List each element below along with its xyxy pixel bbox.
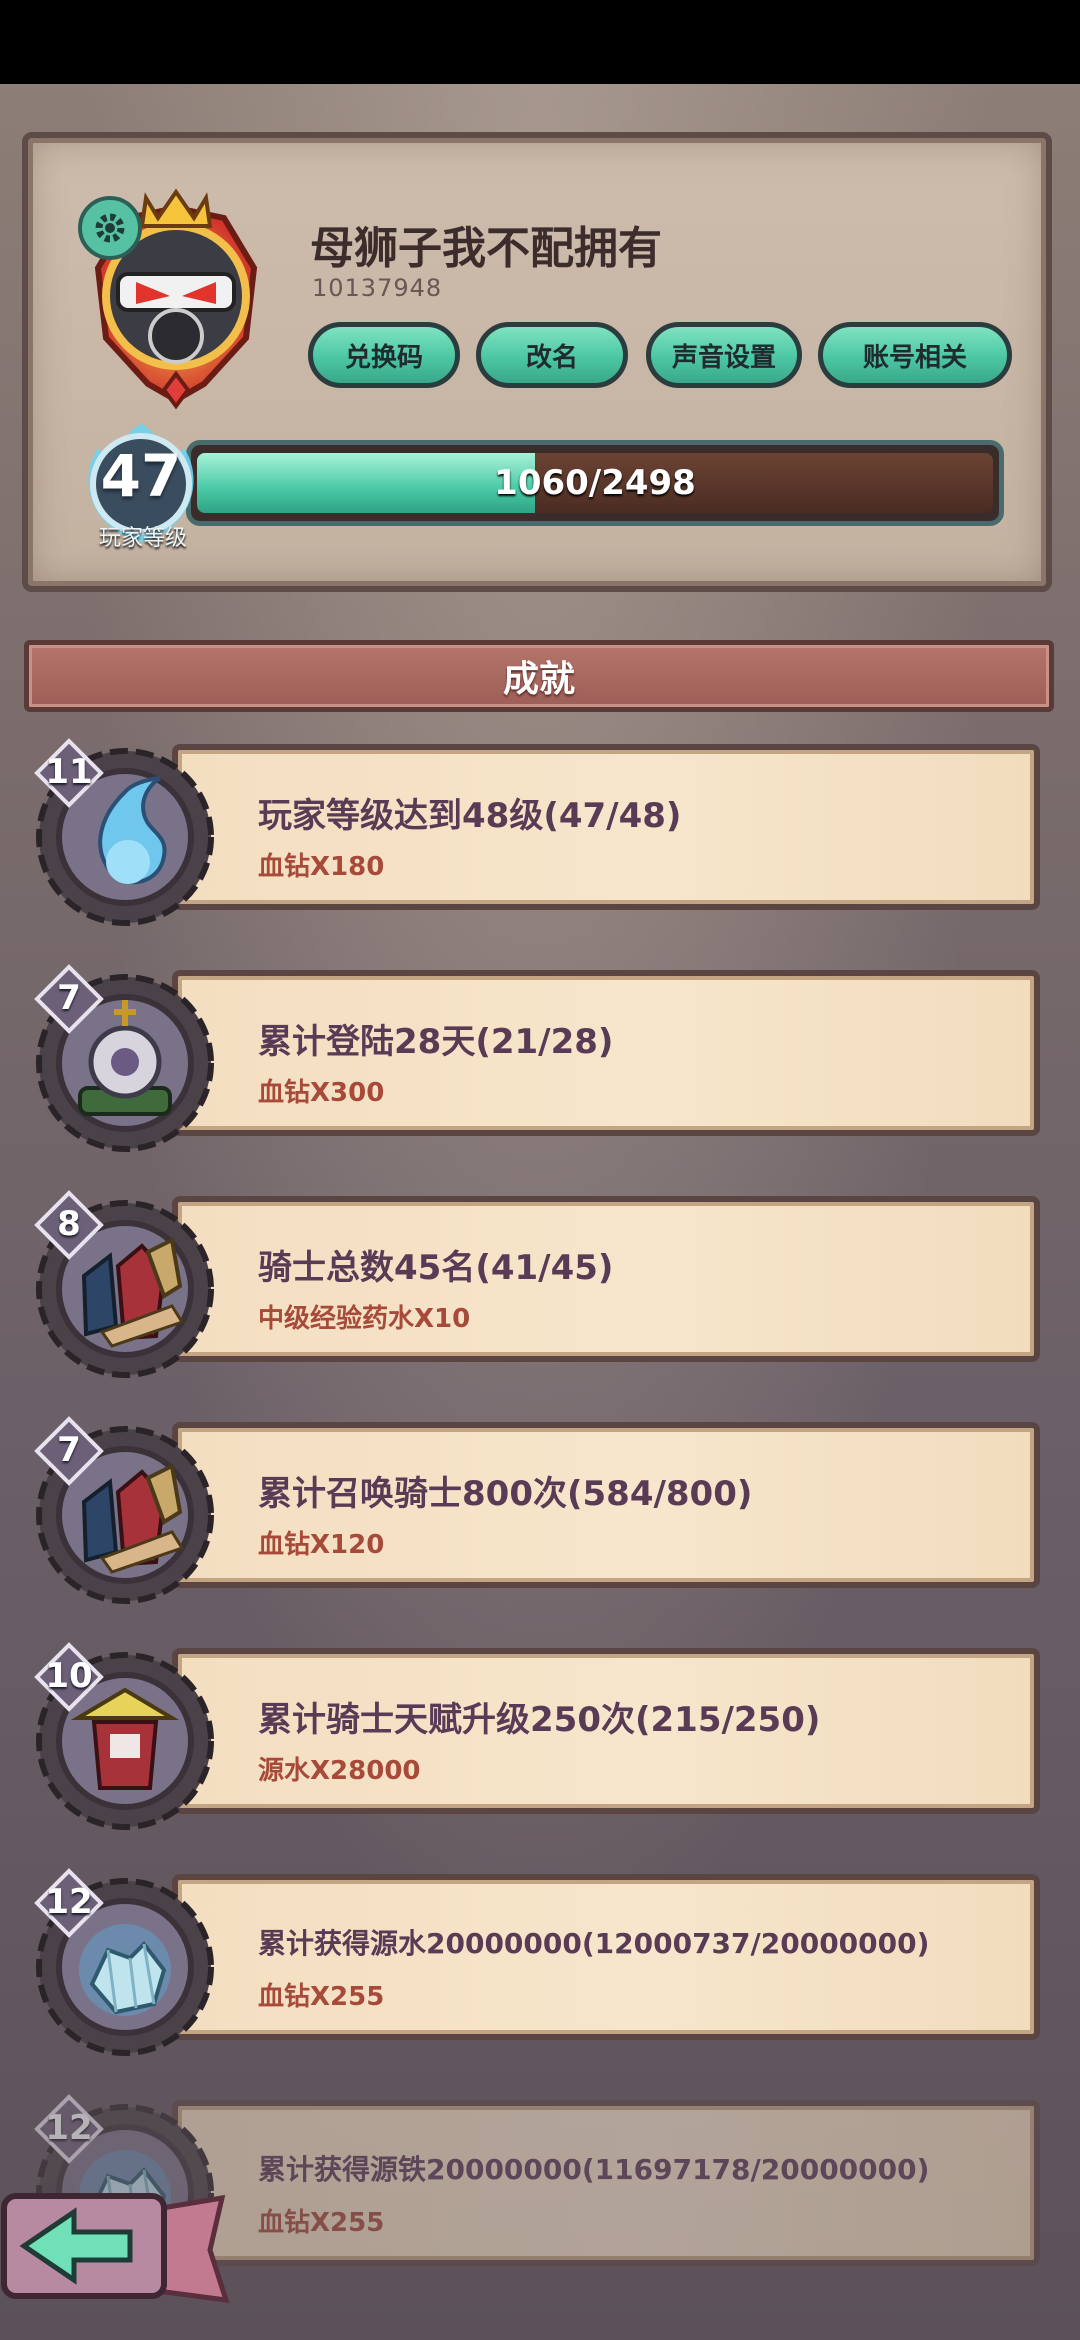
achievement-title: 累计骑士天赋升级250次(215/250) xyxy=(258,1700,821,1740)
achievement-title: 玩家等级达到48级(47/48) xyxy=(258,796,682,836)
user-id: 10137948 xyxy=(312,274,443,302)
achievement-item[interactable]: 11 玩家等级达到48级(47/48) 血钻X180 xyxy=(0,730,1080,930)
status-bar xyxy=(0,0,1080,84)
achievement-title: 累计登陆28天(21/28) xyxy=(258,1022,614,1062)
achievement-reward: 中级经验药水X10 xyxy=(258,1304,471,1334)
achievement-reward: 血钻X180 xyxy=(258,852,385,882)
settings-button[interactable] xyxy=(78,196,142,260)
achievements-header: 成就 xyxy=(24,640,1054,712)
achievement-reward: 源水X28000 xyxy=(258,1756,421,1786)
exp-text: 1060/2498 xyxy=(494,463,696,503)
sound-settings-button[interactable]: 声音设置 xyxy=(646,322,802,388)
achievement-item[interactable]: 12 累计获得源水20000000(12000737/20000000) 血钻X25… xyxy=(0,1860,1080,2060)
achievement-title: 累计召唤骑士800次(584/800) xyxy=(258,1474,753,1514)
achievement-item[interactable]: 7 累计召唤骑士800次(584/800) 血钻X120 xyxy=(0,1408,1080,1608)
achievement-reward: 血钻X255 xyxy=(258,2208,385,2238)
achievement-item[interactable]: 10 累计骑士天赋升级250次(215/250) 源水X28000 xyxy=(0,1634,1080,1834)
achievement-title: 骑士总数45名(41/45) xyxy=(258,1248,614,1288)
section-title: 成就 xyxy=(502,659,575,700)
username: 母狮子我不配拥有 xyxy=(310,223,662,274)
gear-icon xyxy=(95,213,125,243)
level-number: 47 xyxy=(100,442,182,510)
rename-button[interactable]: 改名 xyxy=(476,322,628,388)
level-caption: 玩家等级 xyxy=(98,526,187,551)
achievement-level: 10 xyxy=(45,1656,93,1696)
achievement-title: 累计获得源铁20000000(11697178/20000000) xyxy=(258,2153,930,2186)
achievement-level: 11 xyxy=(45,752,93,792)
achievement-item[interactable]: 7 累计登陆28天(21/28) 血钻X300 xyxy=(0,956,1080,1156)
achievement-level: 12 xyxy=(45,2108,93,2148)
redeem-code-button[interactable]: 兑换码 xyxy=(308,322,460,388)
achievement-reward: 血钻X255 xyxy=(258,1982,385,2012)
achievement-level: 12 xyxy=(45,1882,93,1922)
achievement-title: 累计获得源水20000000(12000737/20000000) xyxy=(258,1927,930,1960)
back-button[interactable] xyxy=(0,2190,230,2310)
achievement-level: 8 xyxy=(57,1204,81,1244)
account-button[interactable]: 账号相关 xyxy=(818,322,1012,388)
exp-bar: 1060/2498 xyxy=(186,440,1004,526)
achievement-reward: 血钻X120 xyxy=(258,1530,385,1560)
achievement-level: 7 xyxy=(57,1430,81,1470)
achievement-item[interactable]: 8 骑士总数45名(41/45) 中级经验药水X10 xyxy=(0,1182,1080,1382)
achievement-reward: 血钻X300 xyxy=(258,1078,385,1108)
achievement-level: 7 xyxy=(57,978,81,1018)
